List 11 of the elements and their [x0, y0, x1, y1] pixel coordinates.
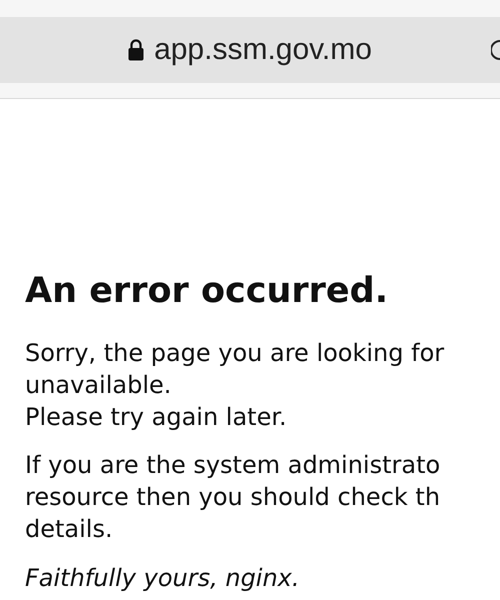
message-text: If you are the system administrato: [25, 450, 440, 481]
message-text: details.: [25, 514, 113, 545]
message-text: unavailable.: [25, 370, 172, 401]
signature-text: Faithfully yours, nginx.: [25, 563, 300, 594]
reload-icon[interactable]: [491, 39, 500, 61]
address-bar[interactable]: app.ssm.gov.mo: [0, 17, 500, 83]
message-text: resource then you should check th: [25, 482, 440, 513]
message-text: Sorry, the page you are looking for: [25, 338, 444, 369]
message-text: Please try again later.: [25, 402, 287, 433]
url-text[interactable]: app.ssm.gov.mo: [154, 33, 372, 67]
error-heading: An error occurred.: [25, 271, 390, 311]
